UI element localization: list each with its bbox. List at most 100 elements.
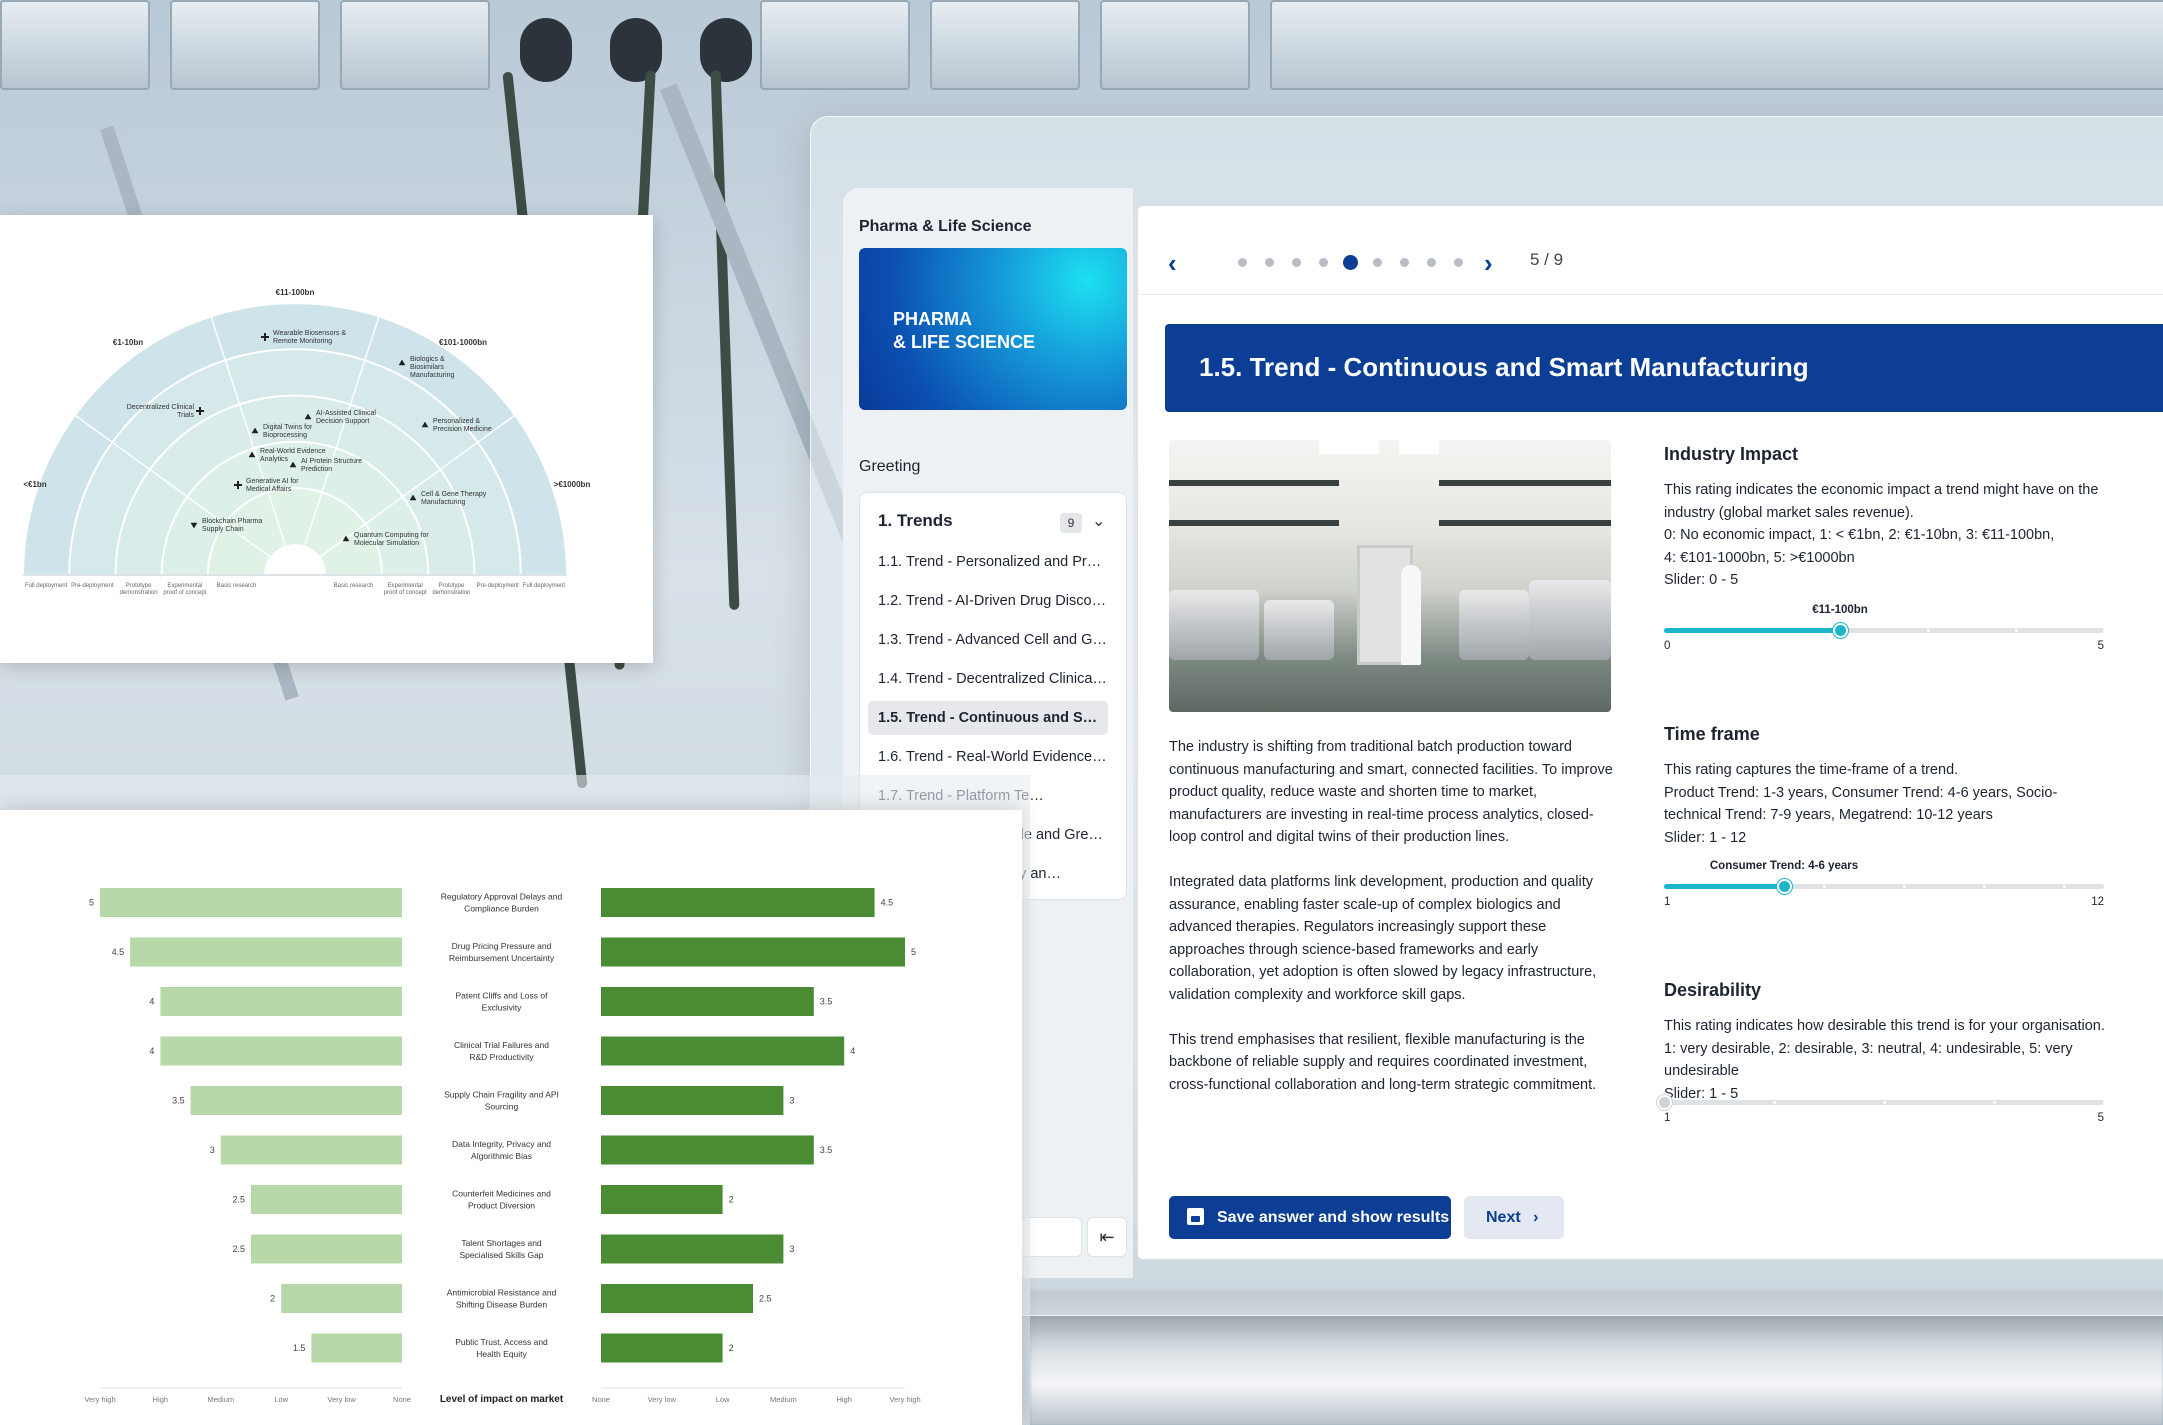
- sidebar-item-greeting[interactable]: Greeting: [859, 458, 920, 476]
- left-bar: [190, 1086, 402, 1115]
- left-bar-value: 2.5: [232, 1195, 245, 1205]
- slider-handle[interactable]: [1833, 623, 1848, 638]
- radar-item-label-line: Decision Support: [316, 418, 369, 425]
- right-bar-value: 2: [729, 1195, 734, 1205]
- sidebar-item-trend-1-6[interactable]: 1.6. Trend - Real-World Evidence Analyti…: [868, 740, 1108, 774]
- sidebar-item-trend-1-1[interactable]: 1.1. Trend - Personalized and Precision …: [868, 545, 1108, 579]
- cable: [710, 69, 740, 611]
- rating-time-frame: Time frame This rating captures the time…: [1663, 724, 2114, 908]
- right-bar-value: 2: [729, 1343, 734, 1353]
- slider-min-label: 1: [1664, 896, 1671, 908]
- radar-item-label: Digital Twins for Bioprocessing: [263, 424, 313, 439]
- impact-slider[interactable]: €11-100bn 0 5: [1663, 604, 2106, 652]
- left-bar-value: 2: [270, 1294, 275, 1304]
- radar-item-label: Quantum Computing for Molecular Simulatio…: [354, 532, 429, 547]
- sidebar-item-trend-1-2[interactable]: 1.2. Trend - AI-Driven Drug Discovery: [868, 584, 1108, 618]
- chevron-left-icon[interactable]: ‹: [1168, 248, 1192, 278]
- trends-section-title[interactable]: 1. Trends: [878, 511, 953, 531]
- chevron-down-icon[interactable]: ⌄: [1092, 511, 1105, 531]
- left-bar-value: 5: [89, 898, 94, 908]
- category-label-line: Exclusivity: [482, 1003, 522, 1013]
- rating-industry-impact: Industry Impact This rating indicates th…: [1663, 444, 2114, 652]
- pagination-dot[interactable]: [1373, 258, 1382, 267]
- radar-item-label-line: Cell & Gene Therapy: [421, 491, 487, 498]
- radar-item-label-line: Personalized &: [433, 418, 480, 425]
- pagination-dot[interactable]: [1319, 258, 1328, 267]
- slider-handle[interactable]: [1657, 1095, 1672, 1110]
- pagination-dot[interactable]: [1238, 258, 1247, 267]
- right-bar-value: 3.5: [820, 997, 833, 1007]
- radar-item-label-line: Generative AI for: [246, 478, 299, 485]
- radar-item-label-line: Precision Medicine: [433, 426, 492, 433]
- category-label: Public Trust, Access and Health Equity: [455, 1337, 548, 1359]
- right-bar-value: 3: [789, 1244, 794, 1254]
- lab-instrument: [1264, 600, 1334, 660]
- pagination-dot[interactable]: [1265, 258, 1274, 267]
- collapse-sidebar-icon[interactable]: ⇤: [1087, 1217, 1127, 1257]
- pagination-dot[interactable]: [1292, 258, 1301, 267]
- category-label-line: Health Equity: [476, 1349, 527, 1359]
- radar-ring-label-line: demonstration: [432, 590, 470, 596]
- left-bar-value: 4: [149, 997, 154, 1007]
- lab-instrument: [1169, 590, 1259, 660]
- radar-ring-label-line: demonstration: [120, 590, 158, 596]
- right-tick-label: Very low: [648, 1395, 677, 1404]
- radar-ring-label: Full deployment: [523, 583, 566, 589]
- desirability-slider[interactable]: 1 5: [1657, 1082, 2106, 1124]
- timeframe-slider[interactable]: Consumer Trend: 4-6 years 1 12: [1663, 860, 2104, 908]
- radar-item-label-line: Prediction: [301, 466, 332, 473]
- right-tick-label: Very high: [889, 1395, 920, 1404]
- sidebar-item-trend-1-5[interactable]: 1.5. Trend - Continuous and Smart Manufa…: [868, 701, 1108, 735]
- radar-item-label-line: Molecular Simulation: [354, 540, 419, 547]
- radar-ring-label: Full deployment: [25, 583, 68, 589]
- pagination-dot[interactable]: [1400, 258, 1409, 267]
- slider-tick: [1883, 1101, 1886, 1104]
- lab-shelf: [1169, 480, 1339, 486]
- rating-description: This rating indicates the economic impac…: [1664, 482, 2099, 588]
- radar-item-label-line: AI-Assisted Clinical: [316, 410, 376, 417]
- right-bar: [601, 1185, 723, 1214]
- category-label-line: Reimbursement Uncertainty: [449, 953, 555, 963]
- radar-ring-label-line: Basic research: [334, 583, 374, 589]
- category-label-line: Regulatory Approval Delays and: [441, 892, 563, 902]
- right-bar-value: 2.5: [759, 1294, 772, 1304]
- slider-value-label: Consumer Trend: 4-6 years: [1709, 860, 1859, 872]
- radar-ring-label-line: proof of concept: [163, 590, 206, 596]
- radar-item-label-line: Wearable Biosensors &: [273, 330, 346, 337]
- right-bar: [601, 1135, 814, 1165]
- save-answer-button[interactable]: Save answer and show results: [1169, 1196, 1451, 1239]
- right-tick-label: Low: [716, 1395, 730, 1404]
- radar-top-label: €11-100bn: [276, 288, 315, 297]
- category-label: Talent Shortages and Specialised Skills G…: [459, 1238, 543, 1260]
- rating-title: Time frame: [1664, 724, 1760, 744]
- slide-pagination: ‹ ›: [1168, 248, 1588, 278]
- trend-paragraph: Integrated data platforms link developme…: [1169, 874, 1597, 1003]
- radar-ring-label: Prototype demonstration: [120, 583, 158, 596]
- left-bar-value: 4.5: [112, 947, 125, 957]
- left-tick-label: Very low: [327, 1395, 356, 1404]
- chevron-right-icon[interactable]: ›: [1484, 248, 1508, 278]
- pagination-dot[interactable]: [1427, 258, 1436, 267]
- risk-impact-chart: 5 4.5 Regulatory Approval Delays and Compli…: [84, 888, 921, 1405]
- radar-ring-label-line: Experimental: [388, 583, 423, 589]
- radar-item-label: Generative AI for Medical Affairs: [246, 478, 299, 493]
- rack-panel: [760, 0, 910, 90]
- cable-plug: [700, 18, 752, 82]
- radar-ring-label-line: proof of concept: [384, 590, 427, 596]
- sidebar-item-trend-1-3[interactable]: 1.3. Trend - Advanced Cell and Gene Ther…: [868, 623, 1108, 657]
- category-label-line: Clinical Trial Failures and: [454, 1040, 549, 1050]
- sidebar-item-trend-1-4[interactable]: 1.4. Trend - Decentralized Clinical Tria…: [868, 662, 1108, 696]
- radar-side-label: <€1bn: [23, 480, 46, 489]
- slider-handle[interactable]: [1777, 879, 1792, 894]
- next-button[interactable]: Next ›: [1464, 1196, 1564, 1239]
- right-bar-value: 3: [789, 1096, 794, 1106]
- save-button-label: Save answer and show results: [1217, 1209, 1450, 1226]
- pagination-dot-active[interactable]: [1343, 255, 1358, 270]
- radar-ring-label: Basic research: [217, 583, 257, 589]
- radar-item-label: AI-Assisted Clinical Decision Support: [316, 410, 376, 425]
- breadcrumb: Pharma & Life Science: [859, 218, 1032, 235]
- pagination-dot[interactable]: [1454, 258, 1463, 267]
- radar-item-label-line: Remote Monitoring: [273, 338, 332, 345]
- slider-tick: [2015, 629, 2018, 632]
- radar-item-label-line: Decentralized Clinical: [127, 404, 195, 411]
